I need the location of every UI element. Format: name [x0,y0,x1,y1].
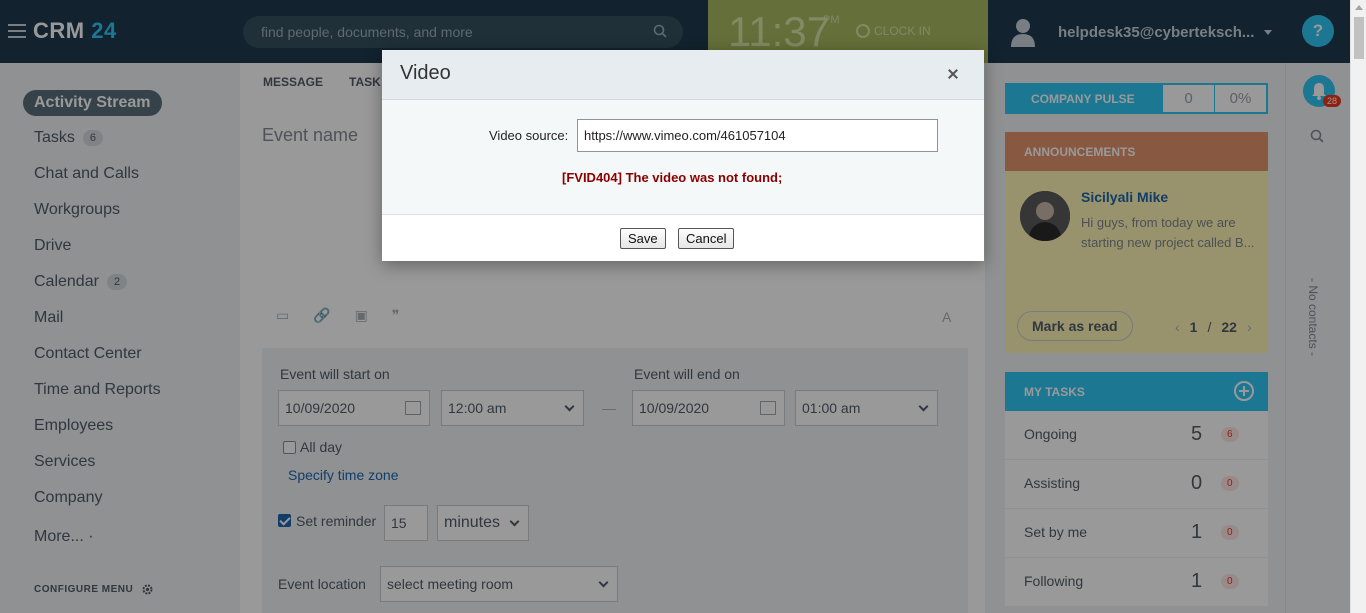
error-message: [FVID404] The video was not found; [562,170,783,185]
dialog-title: Video [400,62,451,84]
cancel-button[interactable]: Cancel [678,228,735,249]
dialog-body: Video source: [FVID404] The video was no… [382,100,984,215]
dialog-footer: Save Cancel [382,215,984,260]
close-icon[interactable] [945,66,961,82]
video-dialog: Video Video source: [FVID404] The video … [382,50,984,261]
scroll-thumb[interactable] [1354,17,1364,59]
video-source-input[interactable] [577,119,938,152]
dialog-header: Video [382,50,984,100]
scroll-up-icon[interactable] [1355,5,1363,10]
save-button[interactable]: Save [620,228,666,249]
page-scrollbar[interactable] [1350,0,1366,613]
video-source-label: Video source: [489,128,569,143]
